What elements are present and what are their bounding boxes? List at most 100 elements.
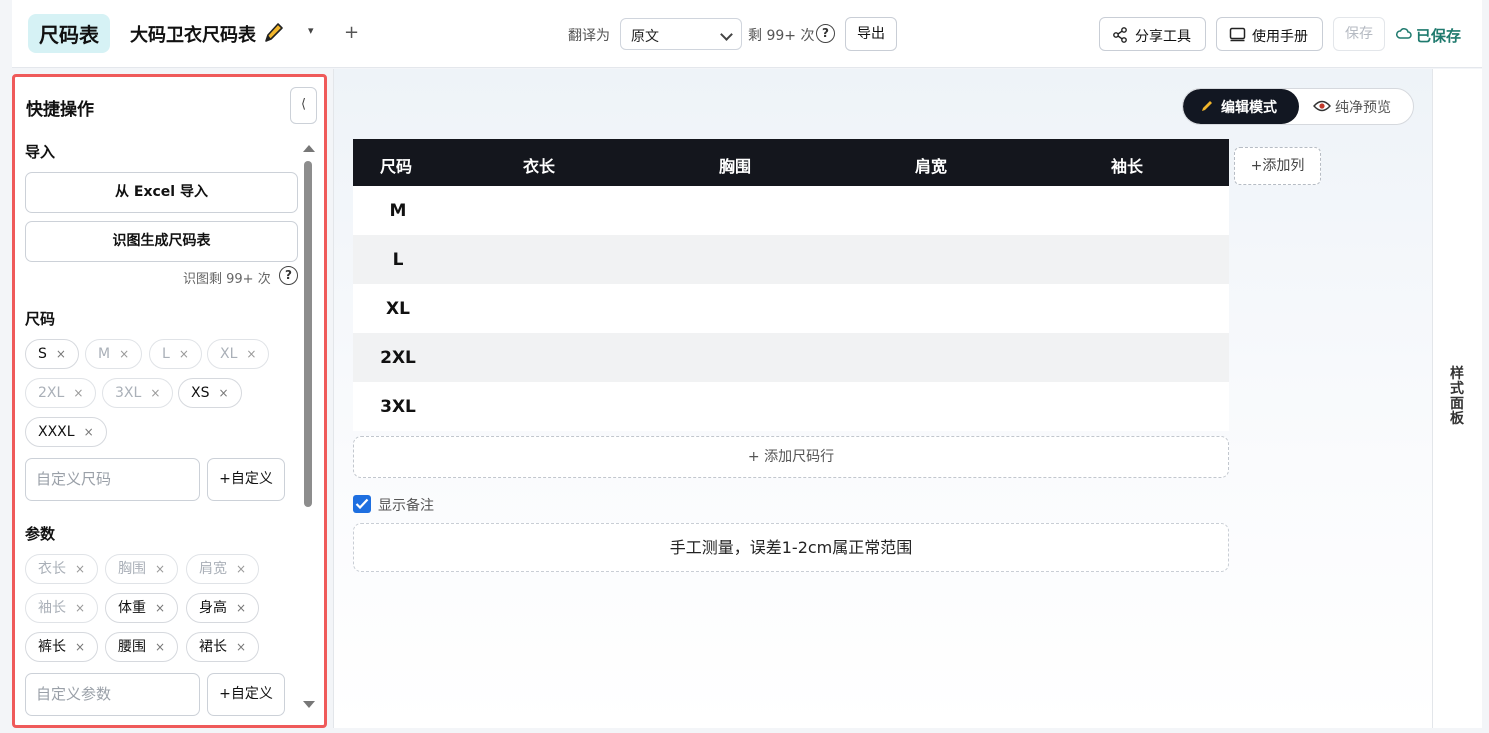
share-icon	[1113, 27, 1127, 43]
new-tab-plus-button[interactable]: +	[344, 22, 359, 43]
param-chip-skirt-length[interactable]: 裙长 ×	[186, 632, 260, 662]
table-header-cell[interactable]: 袖长	[1111, 153, 1143, 177]
param-chip-shoulder[interactable]: 肩宽 ×	[186, 554, 260, 584]
size-chip-label: M	[98, 346, 111, 362]
remove-chip-icon[interactable]: ×	[218, 386, 228, 400]
remove-chip-icon[interactable]: ×	[236, 640, 246, 654]
show-notes-checkbox[interactable]	[353, 495, 371, 513]
app-logo[interactable]: 尺码表	[28, 14, 110, 53]
table-header-row: 尺码 衣长 胸围 肩宽 袖长	[353, 139, 1229, 186]
show-notes-label[interactable]: 显示备注	[378, 495, 434, 515]
remove-chip-icon[interactable]: ×	[84, 425, 94, 439]
sidebar-scrollbar[interactable]	[302, 145, 315, 715]
user-manual-button[interactable]: 使用手册	[1216, 17, 1323, 51]
size-chip-label: 2XL	[38, 385, 65, 401]
table-header-cell[interactable]: 肩宽	[915, 153, 947, 177]
param-chip-label: 裤长	[38, 639, 66, 655]
remove-chip-icon[interactable]: ×	[75, 601, 85, 615]
remove-chip-icon[interactable]: ×	[150, 386, 160, 400]
title-dropdown-caret[interactable]: ▾	[308, 24, 314, 37]
custom-param-input[interactable]: 自定义参数	[25, 673, 200, 716]
export-button[interactable]: 导出	[845, 17, 897, 51]
size-chip-xxxl[interactable]: XXXL ×	[25, 417, 107, 447]
main-editor: 编辑模式 纯净预览 尺码 衣长 胸围 肩宽 袖长 M L XL 2XL 3XL …	[333, 69, 1432, 728]
table-header-cell[interactable]: 尺码	[380, 153, 412, 177]
size-chip-label: XS	[191, 385, 210, 401]
scroll-up-arrow-icon[interactable]	[303, 145, 315, 152]
user-manual-label: 使用手册	[1252, 29, 1308, 45]
param-chip-pants-length[interactable]: 裤长 ×	[25, 632, 99, 662]
table-row: M	[353, 186, 1229, 235]
param-chip-height[interactable]: 身高 ×	[186, 593, 260, 623]
remove-chip-icon[interactable]: ×	[246, 347, 256, 361]
translate-selected-value: 原文	[631, 29, 659, 45]
remove-chip-icon[interactable]: ×	[119, 347, 129, 361]
saved-status-label: 已保存	[1416, 27, 1462, 45]
size-chip-m[interactable]: M ×	[85, 339, 143, 369]
remove-chip-icon[interactable]: ×	[155, 562, 165, 576]
size-table: 尺码 衣长 胸围 肩宽 袖长 M L XL 2XL 3XL	[353, 139, 1229, 431]
size-cell[interactable]: 2XL	[353, 348, 443, 368]
add-custom-param-button[interactable]: +自定义	[207, 673, 285, 716]
document-title[interactable]: 大码卫衣尺码表	[130, 21, 256, 47]
size-chip-xl[interactable]: XL ×	[207, 339, 270, 369]
translate-remaining-count: 剩 99+ 次	[748, 28, 815, 44]
remove-chip-icon[interactable]: ×	[73, 386, 83, 400]
param-chip-label: 身高	[199, 600, 227, 616]
size-cell[interactable]: M	[353, 201, 443, 221]
share-tool-button[interactable]: 分享工具	[1099, 17, 1206, 51]
table-header-cell[interactable]: 胸围	[719, 153, 751, 177]
remove-chip-icon[interactable]: ×	[155, 640, 165, 654]
share-tool-label: 分享工具	[1135, 29, 1191, 45]
help-icon[interactable]: ?	[279, 266, 298, 285]
size-chip-3xl[interactable]: 3XL ×	[102, 378, 174, 408]
scrollbar-thumb[interactable]	[304, 161, 312, 507]
sizes-section-title: 尺码	[25, 310, 56, 328]
param-chip-sleeve[interactable]: 袖长 ×	[25, 593, 99, 623]
remove-chip-icon[interactable]: ×	[236, 601, 246, 615]
size-chip-label: XL	[220, 346, 238, 362]
remove-chip-icon[interactable]: ×	[236, 562, 246, 576]
notes-text-box[interactable]: 手工测量，误差1-2cm属正常范围	[353, 523, 1229, 572]
table-header-cell[interactable]: 衣长	[523, 153, 555, 177]
translate-label: 翻译为	[568, 28, 610, 44]
import-excel-button[interactable]: 从 Excel 导入	[25, 172, 298, 213]
book-icon	[1229, 27, 1246, 42]
size-chip-s[interactable]: S ×	[25, 339, 79, 369]
custom-size-input[interactable]: 自定义尺码	[25, 458, 200, 501]
add-size-row-button[interactable]: + 添加尺码行	[353, 436, 1229, 478]
table-row: L	[353, 235, 1229, 284]
remove-chip-icon[interactable]: ×	[75, 640, 85, 654]
scroll-down-arrow-icon[interactable]	[303, 701, 315, 708]
edit-mode-label: 编辑模式	[1221, 100, 1277, 116]
quick-actions-sidebar: 快捷操作 ⟨ 导入 从 Excel 导入 识图生成尺码表 识图剩 99+ 次 ?…	[12, 74, 327, 728]
top-bar: 尺码表 大码卫衣尺码表 ▾ + 翻译为 原文 剩 99+ 次 ? 导出 分享工具…	[12, 0, 1482, 68]
size-chip-xs[interactable]: XS ×	[178, 378, 242, 408]
edit-mode-button[interactable]: 编辑模式	[1183, 89, 1299, 124]
clean-preview-button[interactable]: 纯净预览	[1299, 89, 1413, 124]
param-chip-length[interactable]: 衣长 ×	[25, 554, 99, 584]
remove-chip-icon[interactable]: ×	[56, 347, 66, 361]
add-column-button[interactable]: +添加列	[1234, 147, 1321, 185]
param-chip-weight[interactable]: 体重 ×	[105, 593, 179, 623]
remove-chip-icon[interactable]: ×	[155, 601, 165, 615]
size-chip-2xl[interactable]: 2XL ×	[25, 378, 97, 408]
add-custom-size-button[interactable]: +自定义	[207, 458, 285, 501]
edit-title-pencil-icon[interactable]	[262, 21, 284, 45]
size-cell[interactable]: 3XL	[353, 397, 443, 417]
save-button[interactable]: 保存	[1333, 17, 1385, 51]
size-cell[interactable]: L	[353, 250, 443, 270]
param-chip-chest[interactable]: 胸围 ×	[105, 554, 179, 584]
param-chip-waist[interactable]: 腰围 ×	[105, 632, 179, 662]
size-cell[interactable]: XL	[353, 299, 443, 319]
cloud-icon	[1396, 28, 1412, 39]
remove-chip-icon[interactable]: ×	[75, 562, 85, 576]
size-chip-l[interactable]: L ×	[149, 339, 202, 369]
ocr-generate-button[interactable]: 识图生成尺码表	[25, 221, 298, 262]
collapse-sidebar-button[interactable]: ⟨	[290, 87, 317, 124]
style-panel-rail[interactable]: 样式面板	[1432, 69, 1482, 728]
style-panel-label[interactable]: 样式面板	[1449, 367, 1465, 427]
help-icon[interactable]: ?	[816, 24, 835, 43]
translate-language-select[interactable]: 原文	[620, 18, 742, 50]
remove-chip-icon[interactable]: ×	[179, 347, 189, 361]
